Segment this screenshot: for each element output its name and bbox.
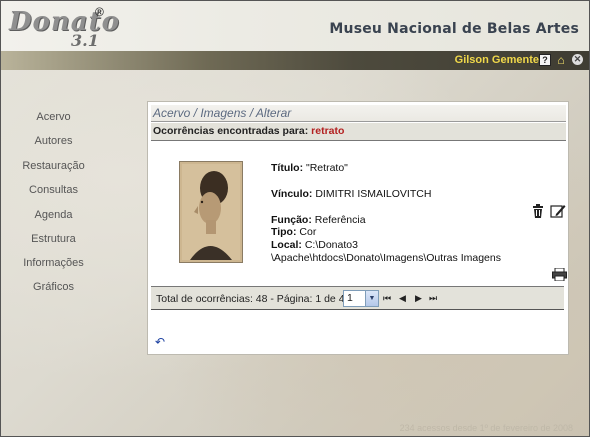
field-local-cont: \Apache\htdocs\Donato\Imagens\Outras Ima…: [271, 252, 501, 264]
funcao-label: Função:: [271, 214, 312, 226]
app-window: Donato ® 3.1 Museu Nacional de Belas Art…: [0, 0, 590, 437]
occurrences-header: Ocorrências encontradas para: retrato: [151, 123, 566, 141]
access-counter: 234 acessos desde 1º de fevereiro de 200…: [399, 423, 573, 433]
vinculo-value: DIMITRI ISMAILOVITCH: [315, 188, 432, 200]
occurrences-label: Ocorrências encontradas para:: [153, 125, 309, 137]
home-icon[interactable]: ⌂: [555, 54, 567, 66]
funcao-value: Referência: [314, 214, 366, 226]
sidebar-item-restauracao[interactable]: Restauração: [1, 160, 106, 172]
sidebar-item-estrutura[interactable]: Estrutura: [1, 233, 106, 245]
field-local: Local: C:\Donato3: [271, 239, 358, 251]
sidebar-item-autores[interactable]: Autores: [1, 135, 106, 147]
search-term: retrato: [311, 125, 345, 137]
pager-bar: Total de ocorrências: 48 - Página: 1 de …: [151, 286, 564, 309]
next-page-icon[interactable]: ▶: [415, 293, 422, 304]
divider: [151, 309, 564, 310]
sidebar-item-graficos[interactable]: Gráficos: [1, 281, 106, 293]
last-page-icon[interactable]: ⏭: [429, 293, 437, 304]
sidebar-item-consultas[interactable]: Consultas: [1, 184, 106, 196]
chevron-down-icon[interactable]: ▼: [365, 291, 378, 306]
tipo-label: Tipo:: [271, 226, 297, 238]
local-value-line1: C:\Donato3: [304, 239, 358, 251]
tipo-value: Cor: [299, 226, 317, 238]
vinculo-label: Vínculo:: [271, 188, 313, 200]
local-value-line2: \Apache\htdocs\Donato\Imagens\Outras Ima…: [271, 252, 501, 264]
close-icon[interactable]: ✕: [572, 54, 583, 65]
edit-icon[interactable]: [550, 204, 566, 218]
local-label: Local:: [271, 239, 302, 251]
field-vinculo: Vínculo: DIMITRI ISMAILOVITCH: [271, 188, 431, 200]
header: Donato ® 3.1 Museu Nacional de Belas Art…: [1, 1, 589, 51]
help-icon[interactable]: ?: [539, 54, 551, 66]
user-bar: Gilson Gemente ? ⌂ ✕: [1, 51, 589, 70]
registered-mark: ®: [95, 5, 104, 19]
page-select[interactable]: 1 ▼: [343, 290, 379, 307]
titulo-value: "Retrato": [306, 162, 348, 174]
logo-version: 3.1: [71, 31, 99, 50]
field-funcao: Função: Referência: [271, 214, 366, 226]
results-panel: Acervo / Imagens / Alterar Ocorrências e…: [147, 101, 569, 355]
pager-summary: Total de ocorrências: 48 - Página: 1 de …: [156, 293, 351, 305]
breadcrumb: Acervo / Imagens / Alterar: [151, 105, 566, 122]
donato-logo: Donato ® 3.1: [9, 3, 119, 51]
trash-icon[interactable]: [532, 204, 544, 218]
titulo-label: Título:: [271, 162, 304, 174]
sidebar-item-agenda[interactable]: Agenda: [1, 209, 106, 221]
first-page-icon[interactable]: ⏮: [383, 293, 391, 304]
field-tipo: Tipo: Cor: [271, 226, 316, 238]
museum-title: Museu Nacional de Belas Artes: [329, 21, 579, 37]
page-select-value: 1: [347, 292, 353, 304]
portrait-thumbnail[interactable]: [179, 161, 243, 263]
field-titulo: Título: "Retrato": [271, 162, 348, 174]
print-icon[interactable]: [552, 268, 567, 281]
previous-page-icon[interactable]: ◀: [399, 293, 406, 304]
sidebar-item-informacoes[interactable]: Informações: [1, 257, 106, 269]
back-icon[interactable]: ↶: [155, 335, 165, 349]
sidebar-item-acervo[interactable]: Acervo: [1, 111, 106, 123]
username: Gilson Gemente: [454, 54, 539, 66]
